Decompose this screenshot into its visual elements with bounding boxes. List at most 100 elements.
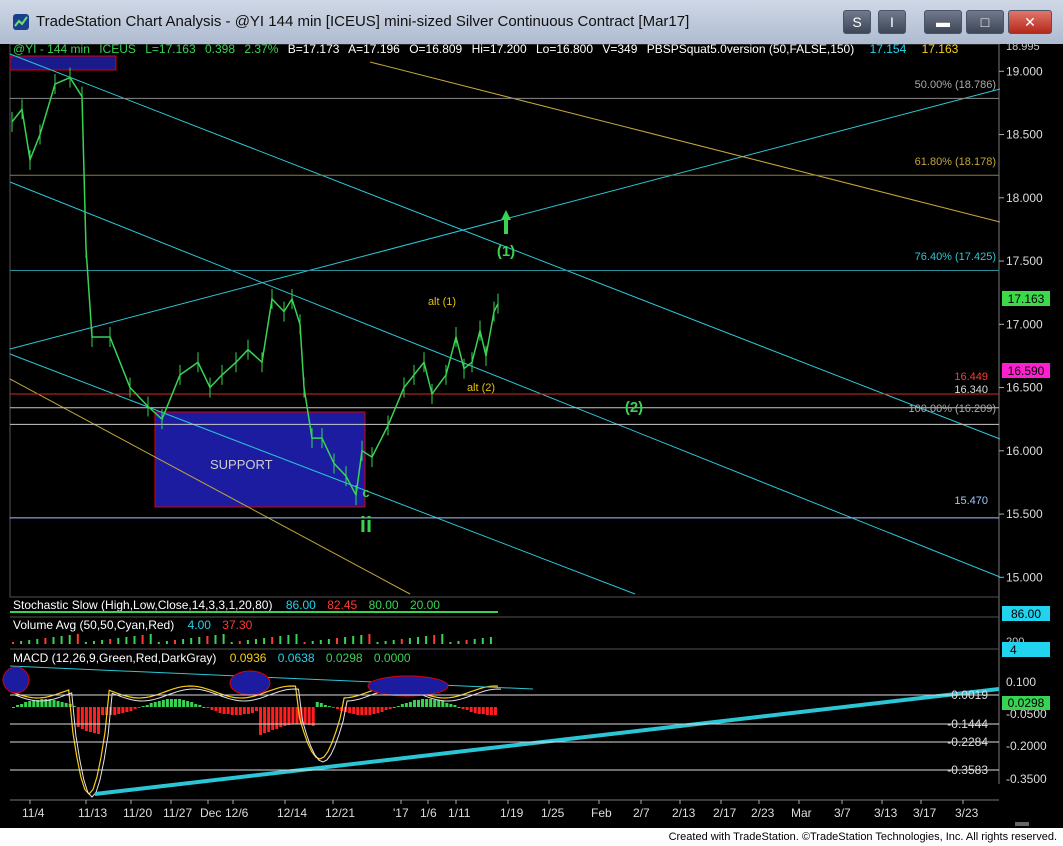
macd-hist-bar bbox=[287, 707, 291, 725]
volume-tag-text: 4 bbox=[1010, 643, 1017, 657]
macd-hist-bar bbox=[242, 707, 246, 714]
i-toolbar-button[interactable]: I bbox=[878, 10, 906, 34]
macd-hist-bar bbox=[433, 700, 437, 707]
macd-hist-bar bbox=[117, 707, 121, 714]
time-tick-label: 2/17 bbox=[713, 806, 737, 820]
macd-hist-bar bbox=[174, 699, 177, 707]
macd-hist-bar bbox=[230, 707, 234, 715]
macd-ellipse-3 bbox=[367, 675, 449, 697]
time-tick-label: 2/23 bbox=[751, 806, 775, 820]
volume-bar bbox=[263, 638, 266, 644]
macd-hist-bar bbox=[16, 705, 20, 707]
time-tick-label: 2/13 bbox=[672, 806, 696, 820]
price-tick-label: 16.500 bbox=[1006, 381, 1043, 395]
chart-svg[interactable]: @YI - 144 min ICEUS L=17.163 0.398 2.37%… bbox=[0, 44, 1063, 828]
fib-618-label: 61.80% (18.178) bbox=[915, 156, 996, 168]
macd-hist-bar bbox=[52, 700, 56, 707]
close-button[interactable]: ✕ bbox=[1008, 10, 1052, 34]
s-toolbar-button[interactable]: S bbox=[843, 10, 871, 34]
fib-50-label: 50.00% (18.786) bbox=[915, 79, 996, 91]
macd-hist-bar bbox=[88, 707, 92, 732]
volume-bar bbox=[117, 638, 120, 644]
chart-area[interactable]: @YI - 144 min ICEUS L=17.163 0.398 2.37%… bbox=[0, 44, 1063, 828]
macd-hist-bar bbox=[489, 707, 493, 715]
macd-tick-label: -0.2284 bbox=[947, 735, 988, 749]
macd-hist-bar bbox=[437, 700, 441, 707]
volume-bar bbox=[457, 641, 460, 644]
macd-hist-bar bbox=[137, 707, 141, 708]
fib-764-label: 76.40% (17.425) bbox=[915, 251, 996, 263]
macd-tick-label: -0.1444 bbox=[947, 717, 988, 731]
volume-bar bbox=[12, 642, 14, 644]
volume-bar bbox=[125, 637, 128, 644]
macd-hist-bar bbox=[271, 707, 275, 730]
macd-hist-bar bbox=[352, 707, 356, 714]
time-axis: 11/4 11/13 11/20 11/27 Dec 12/6 12/14 12/21 '17 1… bbox=[22, 800, 979, 820]
macd-hist-bar bbox=[145, 705, 149, 707]
volume-bar bbox=[246, 640, 249, 644]
stochastic-tag-text: 86.00 bbox=[1011, 607, 1041, 621]
volume-bar bbox=[44, 638, 47, 644]
macd-hist-bar bbox=[263, 707, 267, 733]
volume-bar bbox=[222, 634, 225, 644]
macd-hist-bar bbox=[161, 700, 165, 707]
macd-hist-bar bbox=[24, 702, 28, 707]
volume-bar bbox=[198, 637, 201, 644]
macd-hist-bar bbox=[182, 700, 186, 707]
macd-hist-bar bbox=[20, 704, 24, 707]
volume-bar bbox=[489, 637, 492, 644]
macd-hist-bar bbox=[481, 707, 485, 714]
macd-hist-bar bbox=[457, 707, 461, 708]
volume-bar bbox=[165, 641, 168, 644]
volume-bar bbox=[84, 642, 87, 644]
volume-bar bbox=[449, 642, 452, 644]
price-tick-label: 17.000 bbox=[1006, 317, 1043, 331]
volume-bar bbox=[417, 637, 419, 644]
last-price-tag-text: 17.163 bbox=[1008, 292, 1045, 306]
minimize-button[interactable]: ▬ bbox=[924, 10, 962, 34]
scroll-grip-icon[interactable] bbox=[1015, 822, 1029, 826]
volume-bar bbox=[376, 642, 379, 644]
time-tick-label: 3/13 bbox=[874, 806, 898, 820]
macd-hist-bar bbox=[202, 707, 206, 708]
fib-100-label: 100.00% (16.209) bbox=[909, 403, 996, 415]
volume-bar bbox=[255, 639, 257, 644]
macd-hist-bar bbox=[376, 707, 380, 713]
alt-1-label: alt (1) bbox=[428, 296, 456, 308]
volume-bar bbox=[190, 638, 193, 644]
footer-bar: Created with TradeStation. ©TradeStation… bbox=[0, 828, 1063, 846]
volume-bar bbox=[68, 635, 71, 644]
maximize-button[interactable]: □ bbox=[966, 10, 1004, 34]
volume-bar bbox=[336, 638, 338, 644]
volume-bar bbox=[425, 636, 428, 644]
alt-2-label: alt (2) bbox=[467, 382, 495, 394]
macd-tick-label: -0.3583 bbox=[947, 763, 988, 777]
wave-c-label: c bbox=[362, 485, 369, 500]
macd-hist-bar bbox=[404, 703, 408, 707]
macd-hist-bar bbox=[283, 707, 287, 726]
volume-bar bbox=[52, 637, 55, 644]
macd-hist-bar bbox=[327, 706, 331, 707]
time-tick-label: 1/25 bbox=[541, 806, 565, 820]
macd-hist-bar bbox=[218, 707, 222, 713]
macd-hist-bar bbox=[417, 700, 420, 707]
volume-bar bbox=[20, 641, 23, 644]
macd-hist-bar bbox=[291, 707, 295, 724]
macd-hist-bar bbox=[392, 707, 396, 708]
macd-hist-bar bbox=[388, 707, 392, 709]
price-tick-label: 18.000 bbox=[1006, 191, 1043, 205]
macd-hist-bar bbox=[267, 707, 271, 732]
volume-bars bbox=[12, 634, 492, 644]
volume-bar bbox=[473, 639, 476, 644]
time-tick-label: 3/17 bbox=[913, 806, 937, 820]
macd-hist-bar bbox=[348, 707, 352, 713]
macd-hist-bar bbox=[28, 701, 32, 707]
volume-bar bbox=[133, 636, 136, 644]
macd-hist-bar bbox=[315, 702, 319, 707]
volume-bar bbox=[101, 640, 104, 644]
macd-hist-bar bbox=[336, 707, 339, 709]
macd-hist-bar bbox=[194, 704, 198, 707]
macd-hist-bar bbox=[449, 704, 453, 707]
volume-bar bbox=[76, 634, 79, 644]
volume-bar bbox=[384, 641, 387, 644]
